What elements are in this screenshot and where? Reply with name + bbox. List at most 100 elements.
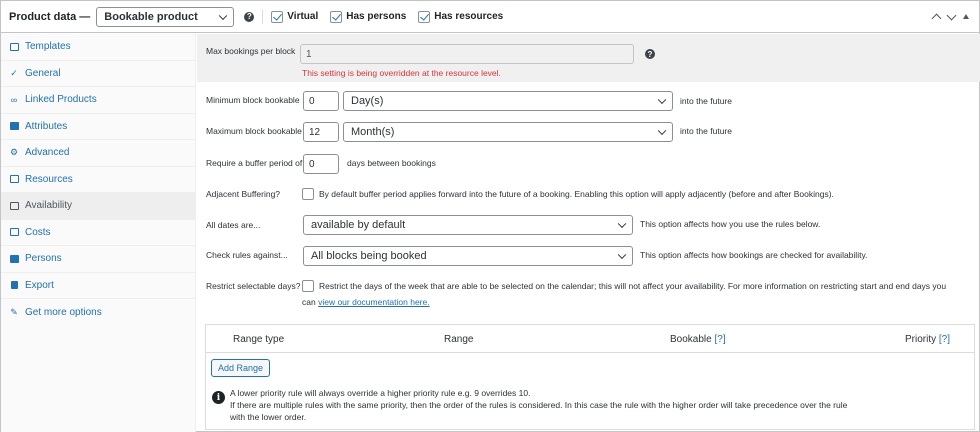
product-data-tabs: Templates ✓ General ∞ Linked Products At… [1,34,196,432]
product-data-title: Product data — [9,10,91,23]
add-range-button[interactable]: Add Range [211,359,271,377]
buffer-suffix: days between bookings [347,158,436,168]
min-block-unit-value: Day(s) [351,95,384,107]
person-icon [9,254,19,264]
sidebar-item-get-more-options[interactable]: ✎ Get more options [1,299,195,326]
priority-header-label: Priority [905,334,937,345]
plugin-icon: ✎ [10,306,18,317]
buffer-label: Require a buffer period of [206,158,303,168]
priority-note-line2: If there are multiple rules with the sam… [230,400,848,410]
max-block-label: Maximum block bookable [206,126,302,136]
chevron-down-icon [617,250,627,260]
sidebar-item-label: Export [25,279,54,291]
sidebar-item-label: Resources [25,173,73,185]
bookable-header-label: Bookable [670,334,712,345]
sidebar-item-label: Availability [25,200,73,212]
chevron-down-icon [657,95,667,105]
has-resources-checkbox[interactable] [418,10,431,23]
all-dates-select[interactable]: available by default [303,215,633,235]
sidebar-item-persons[interactable]: Persons [1,246,195,273]
check-rules-select[interactable]: All blocks being booked [303,246,633,266]
check-rules-value: All blocks being booked [311,250,427,262]
max-block-suffix: into the future [680,126,732,136]
max-bookings-warning: This setting is being overridden at the … [302,68,501,78]
sidebar-item-linked-products[interactable]: ∞ Linked Products [1,87,195,114]
bookable-help-link[interactable]: [?] [714,334,725,345]
min-block-label: Minimum block bookable [206,95,300,105]
has-persons-checkbox-label[interactable]: Has persons [330,10,407,23]
adjacent-buffering-checkbox[interactable] [302,188,314,200]
help-icon[interactable]: ? [645,49,655,59]
restrict-days-desc-prefix: can [302,297,316,307]
move-up-icon[interactable] [931,13,942,24]
all-dates-desc: This option affects how you use the rule… [640,219,821,229]
virtual-label: Virtual [287,11,319,22]
documentation-link[interactable]: view our documentation here. [318,297,430,307]
sidebar-item-resources[interactable]: Resources [1,167,195,193]
chevron-down-icon [657,126,667,136]
min-block-suffix: into the future [680,96,732,106]
divider [262,9,264,24]
sidebar-item-costs[interactable]: Costs [1,220,195,246]
move-down-icon[interactable] [946,10,957,21]
priority-note-line3: with the lower order. [230,412,307,422]
export-icon [9,280,19,290]
sidebar-item-advanced[interactable]: ⚙ Advanced [1,140,195,167]
box-icon [9,174,19,184]
restrict-days-checkbox[interactable] [302,280,314,292]
help-icon[interactable]: ? [244,11,255,22]
sidebar-item-general[interactable]: ✓ General [1,61,195,87]
sidebar-item-label: Templates [25,41,71,53]
column-header-priority: Priority [?] [905,334,950,345]
all-dates-label: All dates are... [206,220,261,230]
gear-icon: ⚙ [9,147,19,158]
link-icon: ∞ [10,94,18,105]
max-block-input[interactable]: 12 [303,122,339,142]
has-persons-label: Has persons [346,11,407,22]
column-header-range-type: Range type [233,334,285,345]
priority-help-link[interactable]: [?] [939,334,950,345]
max-bookings-label: Max bookings per block [206,46,296,56]
sidebar-item-label: Advanced [25,147,70,159]
sidebar-item-label: Attributes [25,120,68,132]
min-block-input[interactable]: 0 [303,91,339,111]
max-bookings-input[interactable]: 1 [300,44,634,64]
calendar-icon [9,201,19,211]
has-resources-label: Has resources [434,11,504,22]
template-icon [9,42,19,52]
sidebar-item-attributes[interactable]: Attributes [1,114,195,140]
priority-note-line1: A lower priority rule will always overri… [230,388,531,398]
max-block-unit-select[interactable]: Month(s) [343,122,673,142]
rules-table-header: Range type Range Bookable [?] Priority [… [206,325,974,353]
max-block-unit-value: Month(s) [351,126,395,138]
chevron-down-icon [617,219,627,229]
product-data-header: Product data — Bookable product ? Virtua… [1,1,979,33]
buffer-input[interactable]: 0 [303,154,339,174]
adjacent-buffering-desc: By default buffer period applies forward… [319,189,834,199]
restrict-days-desc-line2: can view our documentation here. [302,297,430,307]
collapse-toggle-icon[interactable] [963,14,969,19]
sidebar-item-export[interactable]: Export [1,273,195,299]
sidebar-item-label: Persons [25,253,62,265]
sidebar-item-label: General [25,67,61,79]
sidebar-item-templates[interactable]: Templates [1,34,195,61]
sidebar-item-label: Linked Products [25,94,97,106]
all-dates-value: available by default [311,219,406,231]
product-type-value: Bookable product [104,10,198,23]
virtual-checkbox[interactable] [271,10,284,23]
product-type-select[interactable]: Bookable product [96,6,235,27]
adjacent-buffering-label: Adjacent Buffering? [206,189,281,199]
sidebar-item-availability[interactable]: Availability [1,193,195,220]
min-block-unit-select[interactable]: Day(s) [343,91,673,111]
check-rules-label: Check rules against... [206,250,288,260]
sidebar-item-label: Get more options [25,306,102,318]
availability-settings: Max bookings per block 1 ? This setting … [197,34,980,432]
virtual-checkbox-label[interactable]: Virtual [271,10,319,23]
column-header-bookable: Bookable [?] [670,334,726,345]
panel-controls [931,10,969,24]
availability-rules-table: Range type Range Bookable [?] Priority [… [205,324,975,430]
chevron-down-icon [219,11,228,20]
list-icon [9,121,19,131]
has-resources-checkbox-label[interactable]: Has resources [418,10,504,23]
has-persons-checkbox[interactable] [330,10,343,23]
